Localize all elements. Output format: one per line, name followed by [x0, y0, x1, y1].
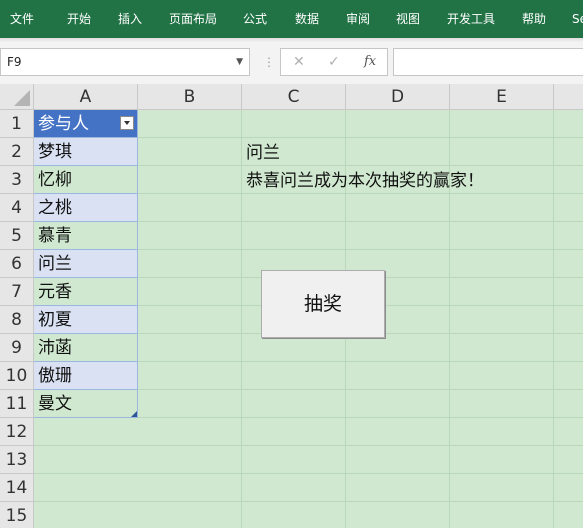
name-box-value: F9: [7, 55, 22, 69]
gridline: [241, 110, 242, 528]
table-header-label: 参与人: [38, 114, 89, 134]
row-header-11[interactable]: 11: [0, 390, 34, 418]
row-header-8[interactable]: 8: [0, 306, 34, 334]
row-header-1[interactable]: 1: [0, 110, 34, 138]
table-row[interactable]: 慕青: [34, 222, 138, 250]
table-row[interactable]: 元香: [34, 278, 138, 306]
table-row[interactable]: 忆柳: [34, 166, 138, 194]
column-header-d[interactable]: D: [346, 84, 450, 110]
table-row[interactable]: 之桃: [34, 194, 138, 222]
tab-file[interactable]: 文件: [10, 0, 34, 38]
tab-insert[interactable]: 插入: [118, 0, 142, 38]
select-all-icon: [14, 90, 30, 106]
filter-dropdown-button[interactable]: [120, 116, 134, 130]
formula-bar: F9 ▼ ⋮ ✕ ✓ fx: [0, 42, 583, 84]
drag-handle-icon[interactable]: ⋮: [263, 55, 275, 69]
tab-developer[interactable]: 开发工具: [447, 0, 495, 38]
draw-lottery-button[interactable]: 抽奖: [261, 270, 385, 338]
tab-review[interactable]: 审阅: [346, 0, 370, 38]
cancel-icon[interactable]: ✕: [293, 49, 305, 75]
row-header-7[interactable]: 7: [0, 278, 34, 306]
table-row[interactable]: 傲珊: [34, 362, 138, 390]
row-header-15[interactable]: 15: [0, 502, 34, 528]
row-header-10[interactable]: 10: [0, 362, 34, 390]
column-header-b[interactable]: B: [138, 84, 242, 110]
name-box[interactable]: F9 ▼: [0, 48, 250, 76]
gridline: [34, 445, 583, 446]
table-row[interactable]: 问兰: [34, 250, 138, 278]
column-header-e[interactable]: E: [450, 84, 554, 110]
row-header-14[interactable]: 14: [0, 474, 34, 502]
row-header-4[interactable]: 4: [0, 194, 34, 222]
row-header-12[interactable]: 12: [0, 418, 34, 446]
column-header-c[interactable]: C: [242, 84, 346, 110]
chevron-down-icon[interactable]: ▼: [236, 49, 243, 75]
table-resize-handle[interactable]: [131, 411, 137, 417]
table-row[interactable]: 曼文: [34, 390, 138, 418]
ribbon-menu: 文件 开始 插入 页面布局 公式 数据 审阅 视图 开发工具 帮助 Se: [0, 0, 583, 38]
table-header-cell[interactable]: 参与人: [34, 110, 138, 138]
tab-data[interactable]: 数据: [295, 0, 319, 38]
worksheet-grid[interactable]: A B C D E 1 2 3 4 5 6 7 8 9 10 11 12 13 …: [0, 84, 583, 528]
enter-icon[interactable]: ✓: [328, 49, 340, 75]
row-header-3[interactable]: 3: [0, 166, 34, 194]
table-row[interactable]: 沛菡: [34, 334, 138, 362]
tab-search[interactable]: Se: [572, 0, 583, 38]
chevron-down-icon: [124, 121, 130, 125]
column-header-f[interactable]: [554, 84, 583, 110]
select-all-button[interactable]: [0, 84, 34, 110]
tab-home[interactable]: 开始: [67, 0, 91, 38]
gridline: [34, 473, 583, 474]
tab-formulas[interactable]: 公式: [243, 0, 267, 38]
tab-page-layout[interactable]: 页面布局: [169, 0, 217, 38]
winner-message-cell[interactable]: 恭喜问兰成为本次抽奖的赢家！: [246, 167, 484, 195]
gridline: [34, 501, 583, 502]
row-header-9[interactable]: 9: [0, 334, 34, 362]
row-header-13[interactable]: 13: [0, 446, 34, 474]
column-header-a[interactable]: A: [34, 84, 138, 110]
table-row[interactable]: 梦琪: [34, 138, 138, 166]
formula-buttons: ✕ ✓ fx: [280, 48, 388, 76]
table-row[interactable]: 初夏: [34, 306, 138, 334]
gridline: [553, 110, 554, 528]
tab-view[interactable]: 视图: [396, 0, 420, 38]
insert-function-icon[interactable]: fx: [364, 49, 376, 75]
tab-help[interactable]: 帮助: [522, 0, 546, 38]
row-header-2[interactable]: 2: [0, 138, 34, 166]
formula-input[interactable]: [393, 48, 583, 76]
row-header-5[interactable]: 5: [0, 222, 34, 250]
row-header-6[interactable]: 6: [0, 250, 34, 278]
winner-name-cell[interactable]: 问兰: [246, 139, 280, 167]
